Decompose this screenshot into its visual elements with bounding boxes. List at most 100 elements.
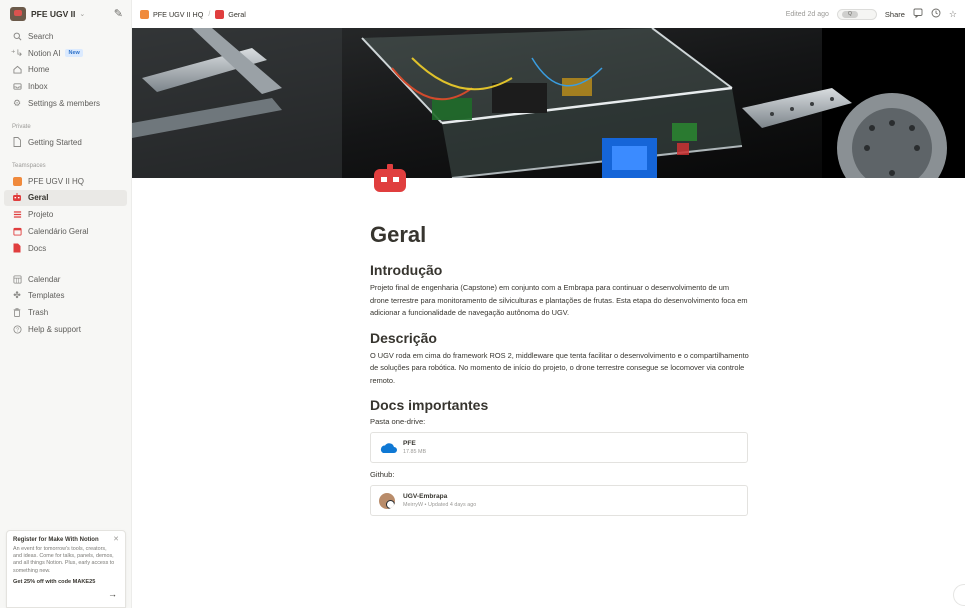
sidebar-item-label: Notion AI <box>28 48 61 58</box>
robot-icon <box>215 9 225 19</box>
sidebar-item-trash[interactable]: Trash <box>0 304 131 321</box>
topbar: PFE UGV II HQ / Geral Edited 2d ago Q Sh… <box>132 0 965 28</box>
breadcrumb-item-hq[interactable]: PFE UGV II HQ <box>153 10 203 19</box>
svg-text:?: ? <box>16 328 19 334</box>
sidebar-item-templates[interactable]: ✤ Templates <box>0 288 131 305</box>
sidebar-item-search[interactable]: Search <box>0 28 131 45</box>
breadcrumb-item-geral[interactable]: Geral <box>228 10 246 19</box>
gear-icon: ⚙ <box>12 98 22 109</box>
robot-icon <box>12 193 22 203</box>
notion-ai-icon: ⁺↳ <box>10 47 24 58</box>
help-button-edge[interactable] <box>953 584 965 606</box>
sidebar-item-projeto[interactable]: Projeto <box>0 206 131 223</box>
doc-icon <box>12 243 22 253</box>
sidebar-item-geral[interactable]: Geral <box>4 189 127 207</box>
repo-updated: MeirryW • Updated 4 days ago <box>403 502 477 508</box>
sidebar-item-label: Geral <box>28 193 49 203</box>
sidebar-item-label: PFE UGV II HQ <box>28 176 85 186</box>
list-icon <box>12 210 22 220</box>
trash-icon <box>12 308 22 318</box>
breadcrumb-separator: / <box>208 10 211 18</box>
topbar-actions: Edited 2d ago Q Share ☆ <box>786 8 957 20</box>
sidebar-item-getting-started[interactable]: Getting Started <box>0 134 131 151</box>
clock-icon[interactable] <box>931 8 941 20</box>
sidebar-item-label: Home <box>28 65 50 75</box>
arrow-right-icon[interactable]: → <box>108 589 117 599</box>
sidebar-item-settings[interactable]: ⚙ Settings & members <box>0 95 131 112</box>
new-page-icon[interactable]: ✎ <box>114 8 123 20</box>
file-name: PFE <box>403 440 416 447</box>
workspace-name: PFE UGV II <box>31 9 76 19</box>
home-icon <box>12 65 22 75</box>
private-section-label: Private <box>12 123 31 130</box>
breadcrumb: PFE UGV II HQ / Geral <box>140 9 246 19</box>
sidebar-item-label: Getting Started <box>28 137 82 147</box>
sidebar-item-label: Inbox <box>28 82 48 92</box>
cover-robot-photo <box>132 28 965 178</box>
sidebar-item-label: Templates <box>28 291 65 301</box>
file-size: 17.85 MB <box>403 449 427 455</box>
github-repo-card[interactable]: UGV-Embrapa MeirryW • Updated 4 days ago <box>370 485 748 516</box>
sidebar-item-label: Help & support <box>28 325 81 335</box>
close-icon[interactable]: ✕ <box>113 535 119 543</box>
ai-toggle[interactable]: Q <box>836 8 877 20</box>
inbox-icon <box>12 82 22 92</box>
workspace-switcher[interactable]: PFE UGV II ⌄ ✎ <box>0 0 131 28</box>
cover-image[interactable] <box>132 28 965 178</box>
file-meta: PFE 17.85 MB <box>403 439 426 456</box>
edited-timestamp: Edited 2d ago <box>785 10 829 18</box>
new-badge: New <box>65 49 83 58</box>
notion-app: PFE UGV II ⌄ ✎ Search ⁺↳ Notion AI New H… <box>0 0 965 608</box>
onedrive-cloud-icon <box>379 441 397 455</box>
chevron-down-icon: ⌄ <box>79 11 86 18</box>
help-icon: ? <box>12 325 22 335</box>
section-heading-docs[interactable]: Docs importantes <box>370 396 750 414</box>
sidebar-item-notion-ai[interactable]: ⁺↳ Notion AI New <box>0 45 131 62</box>
repo-name: UGV-Embrapa <box>403 493 448 500</box>
page-icon <box>12 137 22 148</box>
sidebar-item-label: Calendar <box>28 274 61 284</box>
sidebar: PFE UGV II ⌄ ✎ Search ⁺↳ Notion AI New H… <box>0 0 132 608</box>
templates-icon: ✤ <box>13 290 21 301</box>
sidebar-item-home[interactable]: Home <box>0 62 131 79</box>
section-heading-introducao[interactable]: Introdução <box>370 261 750 279</box>
promo-title: Register for Make With Notion <box>13 537 99 543</box>
sidebar-item-calendario-geral[interactable]: Calendário Geral <box>0 223 131 240</box>
comment-icon[interactable] <box>913 8 923 20</box>
workspace-logo-icon <box>10 7 26 21</box>
page-content: Geral Introdução Projeto final de engenh… <box>370 218 750 516</box>
promo-cta[interactable]: Get 25% off with code MAKE25 <box>13 579 97 586</box>
github-label[interactable]: Github: <box>370 469 750 481</box>
star-icon[interactable]: ☆ <box>949 9 957 20</box>
sidebar-item-help[interactable]: ? Help & support <box>0 321 131 338</box>
sidebar-item-inbox[interactable]: Inbox <box>0 78 131 95</box>
search-icon <box>12 31 22 41</box>
share-button[interactable]: Share <box>885 10 905 19</box>
calendar-grid-icon <box>12 274 22 284</box>
sidebar-item-label: Calendário Geral <box>28 227 89 237</box>
sidebar-item-label: Search <box>28 31 54 41</box>
section-text-introducao[interactable]: Projeto final de engenharia (Capstone) e… <box>370 282 750 320</box>
sidebar-item-label: Trash <box>28 308 49 318</box>
section-heading-descricao[interactable]: Descrição <box>370 329 750 347</box>
onedrive-label[interactable]: Pasta one-drive: <box>370 416 750 428</box>
toggle-knob: Q <box>841 10 858 18</box>
sidebar-item-calendar[interactable]: Calendar <box>0 271 131 288</box>
teamspaces-section-label: Teamspaces <box>12 162 46 169</box>
sidebar-item-label: Settings & members <box>28 99 101 109</box>
github-avatar-icon <box>379 492 395 509</box>
onedrive-file-card[interactable]: PFE 17.85 MB <box>370 432 748 463</box>
page-title[interactable]: Geral <box>370 218 750 252</box>
robot-icon[interactable] <box>372 164 408 192</box>
hq-icon <box>12 176 22 186</box>
sidebar-item-docs[interactable]: Docs <box>0 240 131 257</box>
promo-body: An event for tomorrow's tools, creators,… <box>13 546 115 574</box>
sidebar-item-pfe-ugv-ii-hq[interactable]: PFE UGV II HQ <box>0 173 131 190</box>
repo-meta: UGV-Embrapa MeirryW • Updated 4 days ago <box>403 492 476 509</box>
sidebar-item-label: Projeto <box>28 210 54 220</box>
calendar-icon <box>12 227 22 237</box>
promo-card[interactable]: Register for Make With Notion ✕ An event… <box>6 530 126 608</box>
section-text-descricao[interactable]: O UGV roda em cima do framework ROS 2, m… <box>370 350 750 388</box>
sidebar-item-label: Docs <box>28 243 47 253</box>
